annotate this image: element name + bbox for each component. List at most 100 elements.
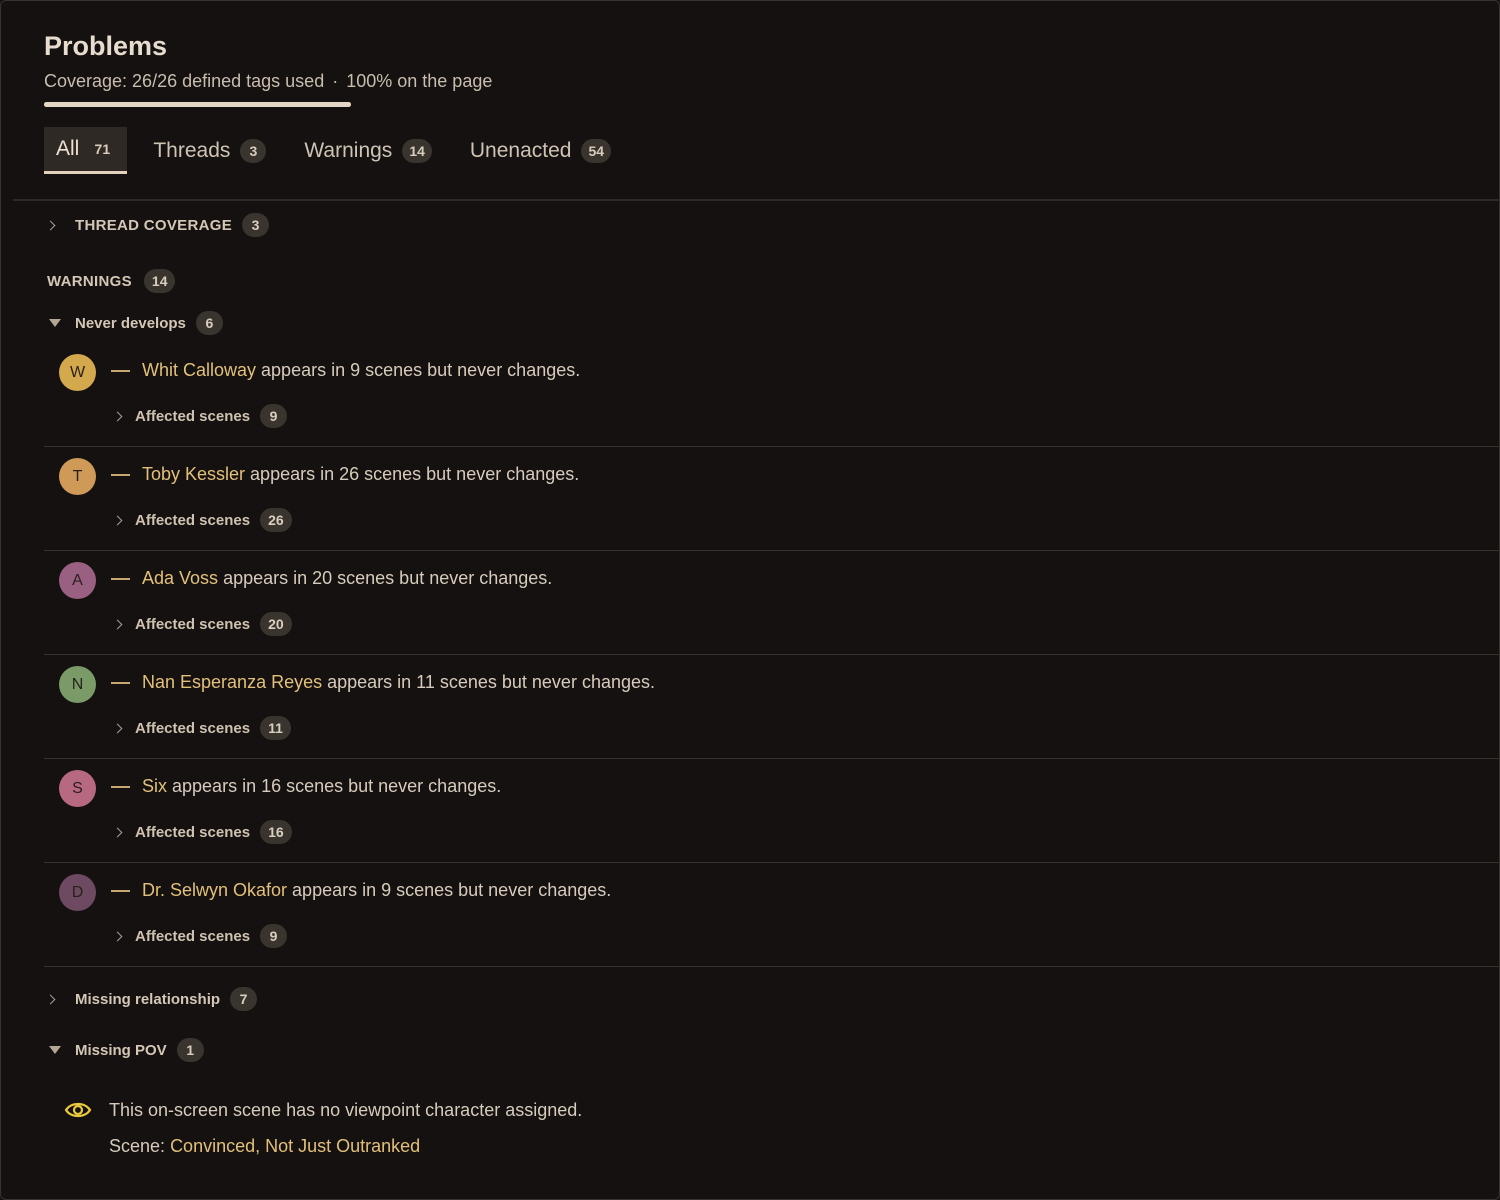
affected-scenes-toggle[interactable]: Affected scenes 9 bbox=[112, 404, 288, 428]
character-link[interactable]: Ada Voss bbox=[142, 568, 218, 589]
tab-count: 3 bbox=[240, 138, 267, 163]
warning-item: T Toby Kessler appears in 26 scenes but ne… bbox=[44, 447, 1499, 551]
chevron-right-icon bbox=[112, 411, 123, 421]
affected-scenes-toggle[interactable]: Affected scenes 26 bbox=[112, 508, 292, 532]
affected-scenes-toggle[interactable]: Affected scenes 9 bbox=[112, 924, 288, 948]
coverage-separator: · bbox=[332, 71, 339, 91]
tab-count: 14 bbox=[402, 138, 432, 163]
character-link[interactable]: Nan Esperanza Reyes bbox=[142, 672, 322, 693]
dash-icon bbox=[111, 577, 130, 580]
tab-label: Unenacted bbox=[469, 138, 572, 162]
character-link[interactable]: Whit Calloway bbox=[142, 360, 256, 381]
caret-down-icon bbox=[49, 319, 61, 327]
affected-scenes-label: Affected scenes bbox=[135, 615, 251, 633]
avatar[interactable]: W bbox=[59, 354, 96, 391]
chevron-right-icon bbox=[112, 931, 123, 941]
coverage-page-text: 100% on the page bbox=[346, 71, 493, 91]
scene-prefix: Scene: bbox=[109, 1136, 166, 1156]
warning-item: D Dr. Selwyn Okafor appears in 9 scenes bu… bbox=[44, 863, 1499, 967]
missing-pov-item: This on-screen scene has no viewpoint ch… bbox=[64, 1099, 582, 1157]
group-label: Never develops bbox=[75, 314, 186, 332]
warning-item: N Nan Esperanza Reyes appears in 11 scenes… bbox=[44, 655, 1499, 759]
warning-text: appears in 20 scenes but never changes. bbox=[223, 568, 553, 588]
problems-panel: Problems Coverage: 26/26 defined tags us… bbox=[0, 0, 1500, 1200]
tab-count: 54 bbox=[581, 138, 612, 163]
tab-all[interactable]: All 71 bbox=[44, 127, 128, 174]
chevron-right-icon bbox=[45, 220, 56, 230]
affected-scenes-toggle[interactable]: Affected scenes 20 bbox=[112, 612, 292, 636]
tab-count: 71 bbox=[94, 141, 111, 157]
warning-message: Dr. Selwyn Okafor appears in 9 scenes but… bbox=[111, 880, 611, 901]
chevron-right-icon bbox=[112, 619, 123, 629]
coverage-progress-bar bbox=[44, 102, 351, 107]
affected-scenes-count: 26 bbox=[260, 508, 292, 532]
tab-label: Warnings bbox=[304, 138, 393, 162]
eye-icon bbox=[64, 1102, 92, 1118]
warning-text: appears in 9 scenes but never changes. bbox=[292, 880, 612, 900]
avatar[interactable]: A bbox=[59, 562, 96, 599]
dash-icon bbox=[111, 889, 130, 892]
thread-coverage-header[interactable]: THREAD COVERAGE 3 bbox=[45, 213, 270, 237]
affected-scenes-count: 9 bbox=[260, 924, 288, 948]
dash-icon bbox=[111, 369, 130, 372]
warning-text: appears in 16 scenes but never changes. bbox=[172, 776, 502, 796]
coverage-summary: Coverage: 26/26 defined tags used · 100% o… bbox=[44, 71, 492, 91]
tab-threads[interactable]: Threads 3 bbox=[141, 127, 278, 174]
section-count: 3 bbox=[242, 213, 270, 237]
tab-label: Threads bbox=[153, 138, 231, 162]
affected-scenes-toggle[interactable]: Affected scenes 16 bbox=[112, 820, 292, 844]
caret-down-icon bbox=[49, 1046, 61, 1054]
warning-message: Toby Kessler appears in 26 scenes but nev… bbox=[111, 464, 579, 485]
group-label: Missing relationship bbox=[75, 990, 221, 1008]
chevron-right-icon bbox=[45, 994, 56, 1004]
affected-scenes-label: Affected scenes bbox=[135, 927, 251, 945]
dash-icon bbox=[111, 785, 130, 788]
tab-unenacted[interactable]: Unenacted 54 bbox=[458, 127, 623, 174]
tab-label: All bbox=[56, 137, 80, 160]
avatar[interactable]: D bbox=[59, 874, 96, 911]
chevron-right-icon bbox=[112, 827, 123, 837]
warning-text: appears in 26 scenes but never changes. bbox=[250, 464, 580, 484]
avatar[interactable]: S bbox=[59, 770, 96, 807]
affected-scenes-label: Affected scenes bbox=[135, 719, 251, 737]
character-link[interactable]: Toby Kessler bbox=[142, 464, 245, 485]
avatar[interactable]: T bbox=[59, 458, 96, 495]
warning-message: Nan Esperanza Reyes appears in 11 scenes … bbox=[111, 672, 655, 693]
affected-scenes-count: 16 bbox=[260, 820, 292, 844]
character-link[interactable]: Six bbox=[142, 776, 167, 797]
warning-message: Ada Voss appears in 20 scenes but never c… bbox=[111, 568, 552, 589]
warning-text: appears in 9 scenes but never changes. bbox=[261, 360, 581, 380]
group-count: 6 bbox=[195, 311, 223, 335]
never-develops-header[interactable]: Never develops 6 bbox=[47, 311, 223, 335]
warning-message: Whit Calloway appears in 9 scenes but nev… bbox=[111, 360, 580, 381]
dash-icon bbox=[111, 473, 130, 476]
warning-item: A Ada Voss appears in 20 scenes but never … bbox=[44, 551, 1499, 655]
pov-message: This on-screen scene has no viewpoint ch… bbox=[109, 1099, 583, 1120]
affected-scenes-label: Affected scenes bbox=[135, 511, 251, 529]
missing-pov-header[interactable]: Missing POV 1 bbox=[47, 1038, 204, 1062]
group-count: 1 bbox=[176, 1038, 204, 1062]
affected-scenes-label: Affected scenes bbox=[135, 407, 251, 425]
section-label: WARNINGS bbox=[47, 272, 132, 290]
group-label: Missing POV bbox=[75, 1041, 167, 1059]
affected-scenes-label: Affected scenes bbox=[135, 823, 251, 841]
panel-header: Problems Coverage: 26/26 defined tags us… bbox=[44, 31, 492, 91]
scene-link[interactable]: Convinced, Not Just Outranked bbox=[170, 1136, 420, 1156]
tab-warnings[interactable]: Warnings 14 bbox=[292, 127, 444, 174]
dash-icon bbox=[111, 681, 130, 684]
affected-scenes-count: 11 bbox=[260, 716, 291, 740]
coverage-text: Coverage: 26/26 defined tags used bbox=[44, 71, 325, 91]
chevron-right-icon bbox=[112, 515, 123, 525]
coverage-progress-fill bbox=[44, 102, 351, 107]
affected-scenes-count: 9 bbox=[260, 404, 288, 428]
affected-scenes-count: 20 bbox=[260, 612, 292, 636]
chevron-right-icon bbox=[112, 723, 123, 733]
filter-tabs: All 71 Threads 3 Warnings 14 Unenacted 54 bbox=[44, 127, 637, 175]
character-link[interactable]: Dr. Selwyn Okafor bbox=[142, 880, 287, 901]
missing-relationship-header[interactable]: Missing relationship 7 bbox=[45, 987, 258, 1011]
section-label: THREAD COVERAGE bbox=[75, 216, 233, 234]
avatar[interactable]: N bbox=[59, 666, 96, 703]
warning-item: S Six appears in 16 scenes but never chang… bbox=[44, 759, 1499, 863]
affected-scenes-toggle[interactable]: Affected scenes 11 bbox=[112, 716, 291, 740]
warning-message: Six appears in 16 scenes but never change… bbox=[111, 776, 501, 797]
